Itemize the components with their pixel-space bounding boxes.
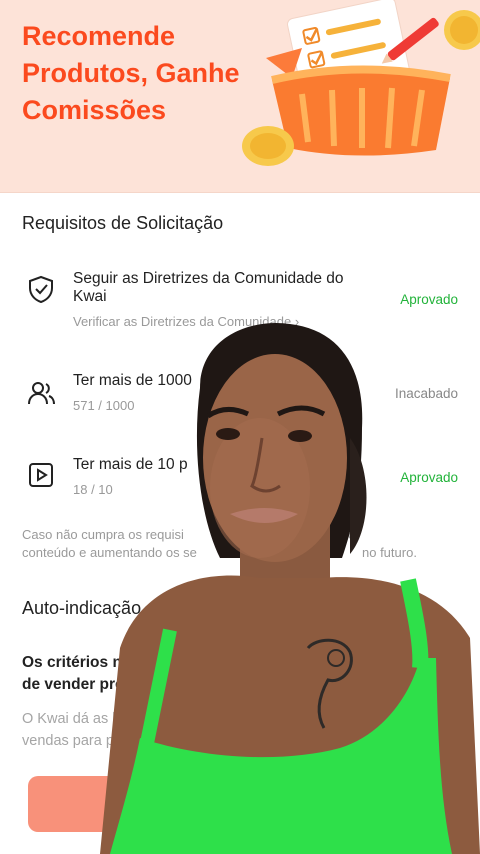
hero-banner: Recomende Produtos, Ganhe Comissões bbox=[0, 0, 480, 193]
video-play-icon bbox=[29, 463, 53, 487]
person-overlay-icon bbox=[100, 322, 480, 854]
followers-icon bbox=[28, 382, 55, 405]
requirement-title: Seguir as Diretrizes da Comunidade do Kw… bbox=[73, 270, 344, 305]
status-badge: Aprovado bbox=[400, 292, 458, 307]
requirements-title: Requisitos de Solicitação bbox=[22, 213, 224, 233]
shopping-basket-checklist-coins-icon bbox=[242, 0, 480, 166]
shield-check-icon bbox=[29, 275, 53, 304]
